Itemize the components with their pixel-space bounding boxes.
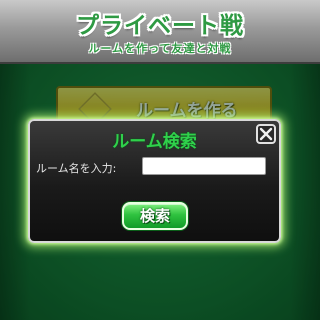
page-title: プライベート戦 [76, 13, 244, 39]
room-name-input[interactable] [142, 157, 266, 175]
room-search-dialog: ルーム検索 ルーム名を入力: 検索 [28, 119, 281, 243]
close-button[interactable] [256, 124, 276, 144]
close-icon [259, 127, 273, 141]
dialog-title: ルーム検索 [112, 132, 197, 152]
page-subtitle: ルームを作って友達と対戦 [88, 42, 232, 55]
room-name-label: ルーム名を入力: [36, 162, 117, 175]
search-button[interactable]: 検索 [122, 202, 188, 230]
header-bar: プライベート戦 ルームを作って友達と対戦 [0, 0, 320, 64]
